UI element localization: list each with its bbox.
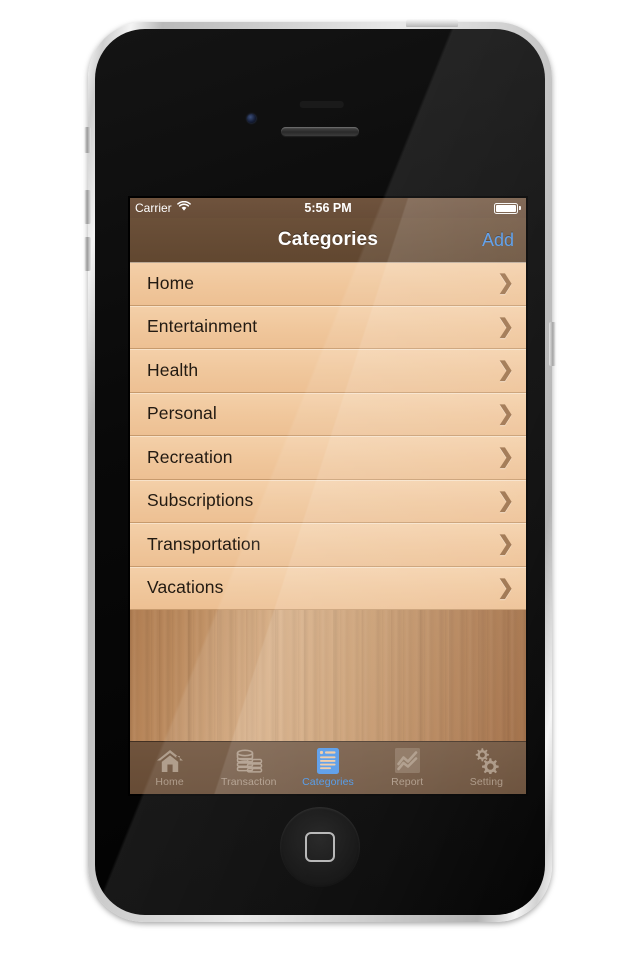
phone-device-frame: Carrier 5:56 PM Categories Add Home ❯ En… — [84, 19, 556, 922]
document-icon — [316, 746, 340, 775]
chevron-right-icon: ❯ — [497, 576, 514, 599]
list-item-label: Subscriptions — [147, 490, 254, 511]
list-item[interactable]: Transportation ❯ — [130, 523, 526, 567]
home-button[interactable] — [280, 807, 360, 887]
proximity-sensor — [299, 101, 344, 108]
list-item-label: Personal — [147, 403, 217, 424]
tab-transaction[interactable]: Transaction — [209, 742, 288, 794]
chevron-right-icon: ❯ — [497, 533, 514, 556]
gears-icon — [472, 746, 500, 775]
list-item[interactable]: Vacations ❯ — [130, 566, 526, 610]
tab-setting[interactable]: Setting — [447, 742, 526, 794]
tab-bar: Home Transaction Categories Report Setting — [130, 741, 526, 794]
tab-label: Setting — [469, 776, 504, 788]
list-item[interactable]: Subscriptions ❯ — [130, 479, 526, 523]
chevron-right-icon: ❯ — [497, 272, 514, 295]
category-list: Home ❯ Entertainment ❯ Health ❯ Personal ❯ Recre… — [130, 262, 526, 610]
list-item[interactable]: Personal ❯ — [130, 392, 526, 436]
tab-label: Report — [391, 776, 424, 788]
list-item-label: Home — [147, 272, 195, 293]
carrier-label: Carrier — [135, 201, 172, 215]
list-item-label: Vacations — [147, 577, 224, 598]
list-item-label: Recreation — [147, 446, 233, 467]
list-item[interactable]: Entertainment ❯ — [130, 305, 526, 349]
line-chart-icon — [394, 746, 421, 775]
tab-home[interactable]: Home — [130, 742, 209, 794]
tab-label: Home — [155, 776, 184, 788]
house-icon — [156, 746, 184, 775]
sim-tray — [549, 322, 556, 366]
phone-body: Carrier 5:56 PM Categories Add Home ❯ En… — [95, 29, 545, 915]
carrier-group: Carrier — [135, 200, 191, 215]
battery-level-fill — [496, 204, 516, 212]
list-item[interactable]: Health ❯ — [130, 349, 526, 393]
wifi-icon — [176, 200, 191, 215]
front-camera-icon — [247, 114, 256, 123]
list-item[interactable]: Recreation ❯ — [130, 436, 526, 480]
volume-down-button[interactable] — [84, 237, 91, 271]
status-bar: Carrier 5:56 PM — [130, 198, 526, 218]
list-item-label: Transportation — [147, 533, 261, 554]
chevron-right-icon: ❯ — [497, 359, 514, 382]
tab-report[interactable]: Report — [368, 742, 447, 794]
chevron-right-icon: ❯ — [497, 446, 514, 469]
silent-switch[interactable] — [84, 127, 91, 153]
earpiece-speaker — [281, 127, 359, 136]
chevron-right-icon: ❯ — [497, 315, 514, 338]
volume-up-button[interactable] — [84, 190, 91, 224]
tab-label: Transaction — [221, 776, 277, 788]
battery-cap-icon — [519, 206, 521, 210]
chevron-right-icon: ❯ — [497, 489, 514, 512]
app-viewport: Carrier 5:56 PM Categories Add Home ❯ En… — [130, 198, 526, 794]
list-item[interactable]: Home ❯ — [130, 262, 526, 306]
power-button[interactable] — [406, 19, 458, 27]
page-title: Categories — [277, 229, 379, 250]
list-item-label: Health — [147, 359, 199, 380]
tab-label: Categories — [302, 776, 354, 788]
list-item-label: Entertainment — [147, 316, 258, 337]
tab-categories[interactable]: Categories — [288, 742, 367, 794]
battery-icon — [494, 202, 518, 214]
coins-icon — [234, 746, 264, 775]
battery-indicator — [494, 202, 521, 214]
navigation-bar: Categories Add — [130, 218, 526, 262]
chevron-right-icon: ❯ — [497, 402, 514, 425]
phone-screen: Carrier 5:56 PM Categories Add Home ❯ En… — [128, 196, 528, 796]
home-button-square-icon — [305, 832, 335, 862]
